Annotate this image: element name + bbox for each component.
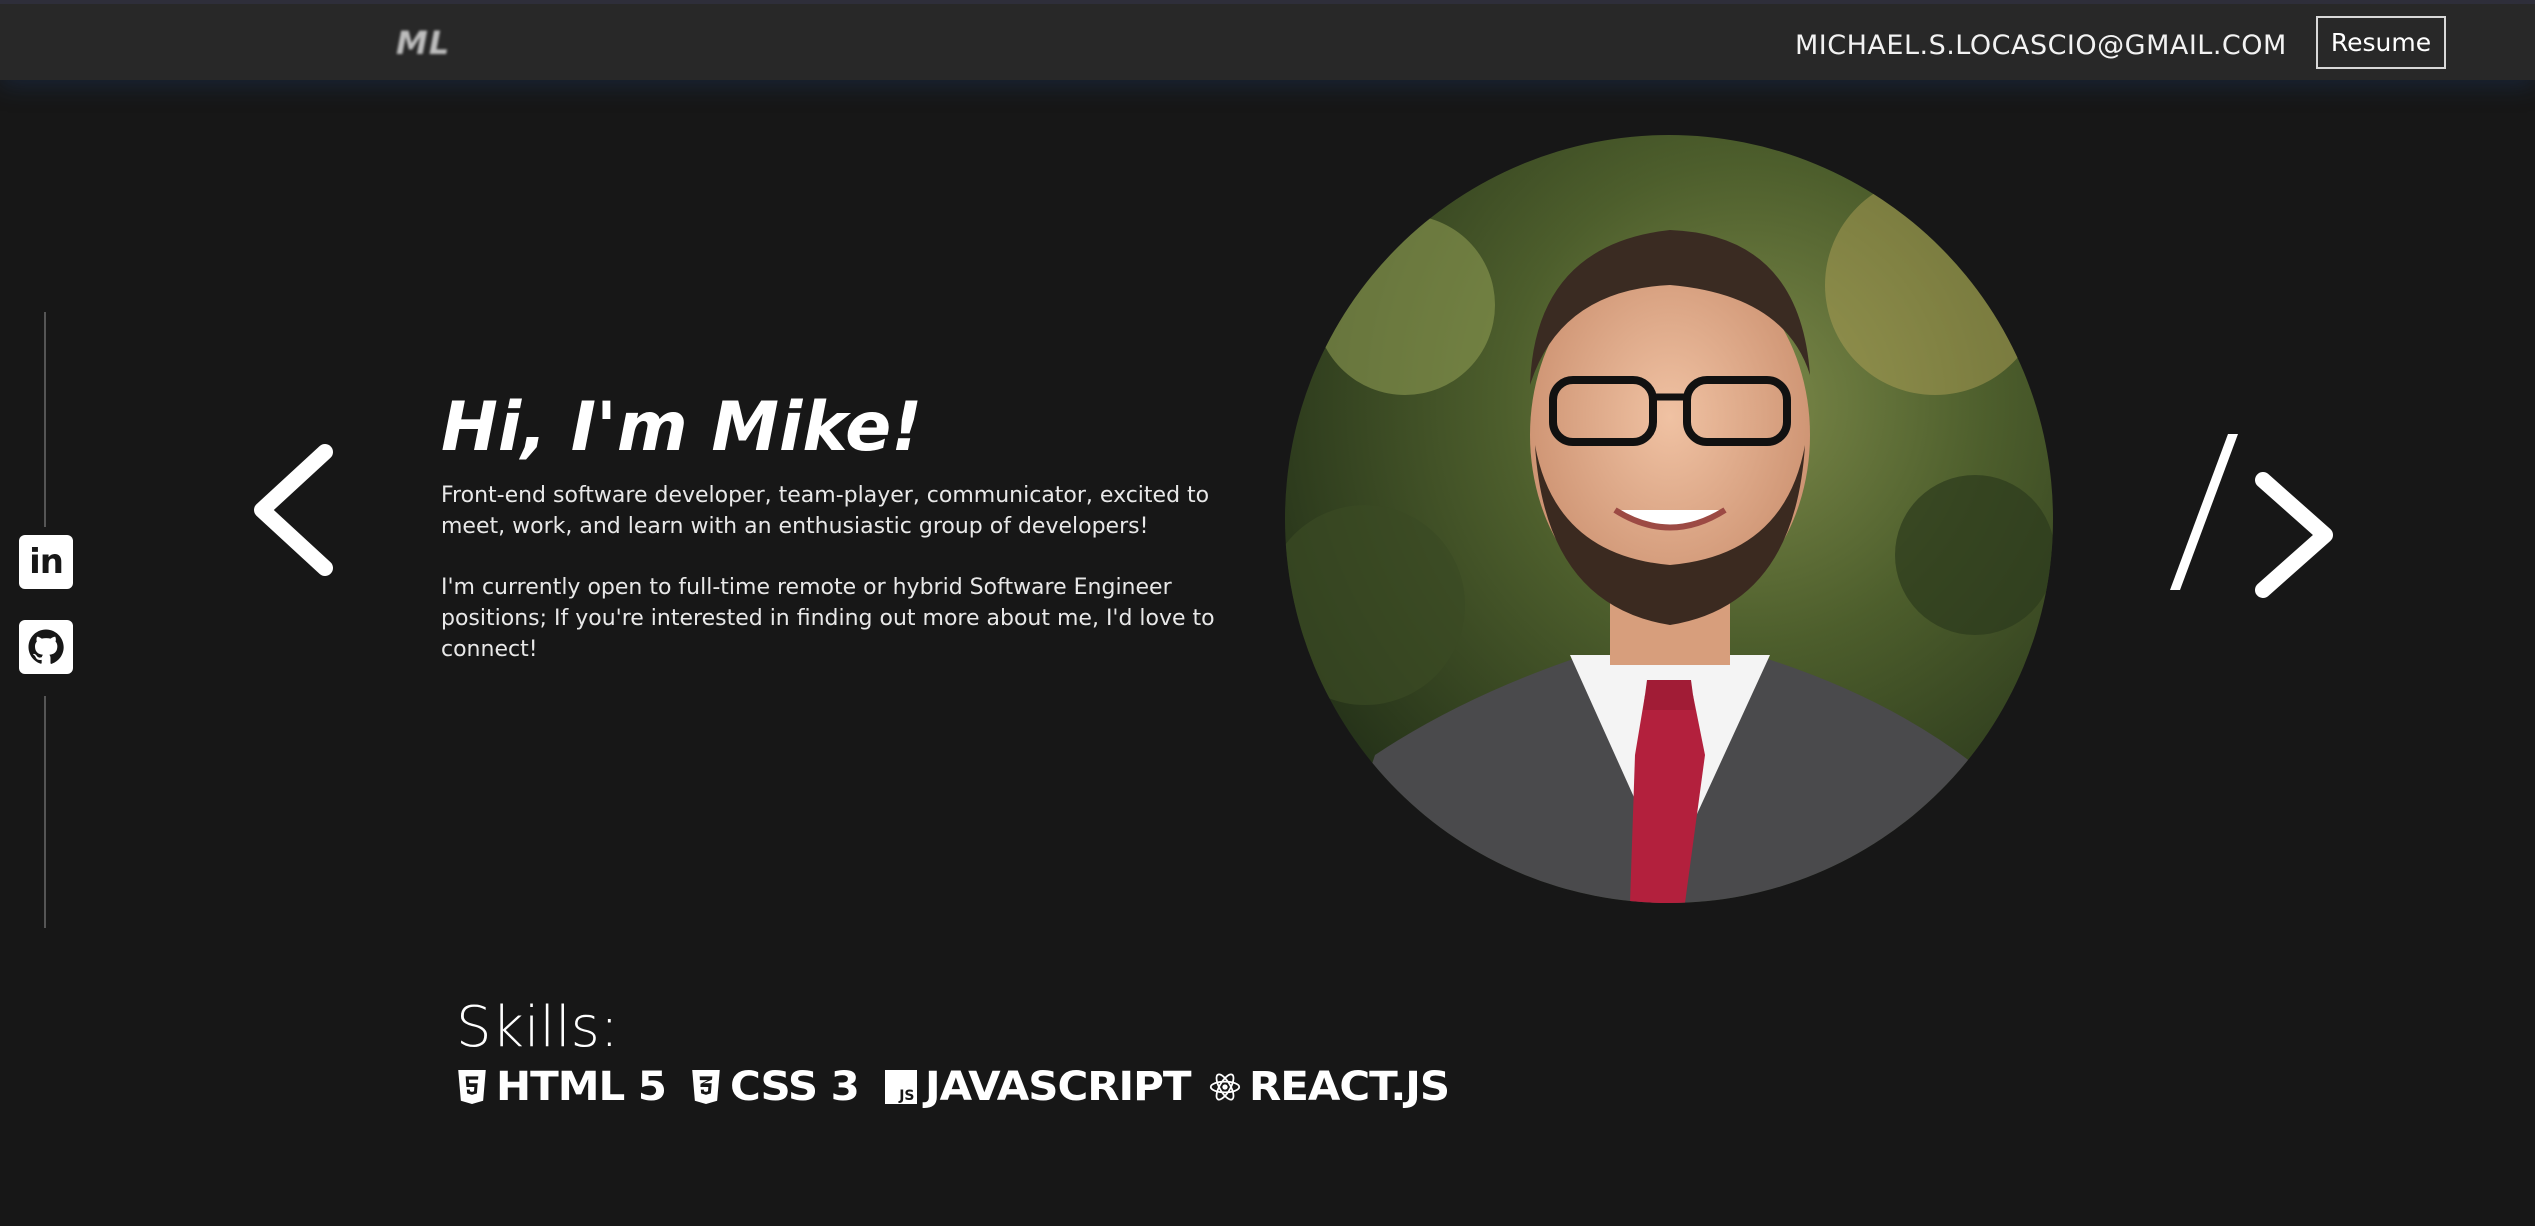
hero-availability-text: I'm currently open to full-time remote o…	[441, 575, 1215, 662]
profile-photo	[1285, 135, 2053, 903]
skill-css3: CSS 3	[690, 1064, 860, 1110]
resume-button[interactable]: Resume	[2316, 16, 2446, 69]
linkedin-icon: in	[29, 542, 64, 582]
skill-label: REACT.JS	[1249, 1064, 1450, 1110]
css3-icon	[692, 1070, 720, 1104]
javascript-icon: JS	[884, 1069, 917, 1105]
hero-title: Hi, I'm Mike!	[441, 388, 923, 467]
code-bracket-icon	[2170, 434, 2333, 598]
email-link[interactable]: MICHAEL.S.LOCASCIO@GMAIL.COM	[1795, 30, 2287, 61]
skill-html5: HTML 5	[456, 1064, 667, 1110]
site-logo[interactable]: ML	[396, 24, 450, 62]
github-icon	[28, 629, 64, 664]
social-rail-divider-top	[44, 312, 46, 527]
top-navbar: ML MICHAEL.S.LOCASCIO@GMAIL.COM Resume	[0, 0, 2535, 80]
hero-intro-text: Front-end software developer, team-playe…	[441, 483, 1210, 539]
skill-label: JAVASCRIPT	[924, 1064, 1191, 1110]
skill-label: HTML 5	[496, 1064, 667, 1110]
skill-label: CSS 3	[729, 1064, 860, 1110]
skills-heading: Skills:	[456, 995, 619, 1060]
chevron-left-icon	[254, 444, 333, 576]
skill-javascript: JS JAVASCRIPT	[884, 1064, 1191, 1110]
social-rail-divider-bottom	[44, 696, 46, 928]
javascript-icon-text: JS	[899, 1088, 915, 1104]
skill-react: REACT.JS	[1209, 1064, 1450, 1110]
react-icon	[1210, 1073, 1241, 1101]
github-link[interactable]	[19, 620, 73, 674]
linkedin-link[interactable]: in	[19, 535, 73, 589]
html5-icon	[458, 1070, 486, 1104]
skills-list: HTML 5 CSS 3 JS JAVASCRIPT REACT.JS	[456, 1064, 1472, 1110]
